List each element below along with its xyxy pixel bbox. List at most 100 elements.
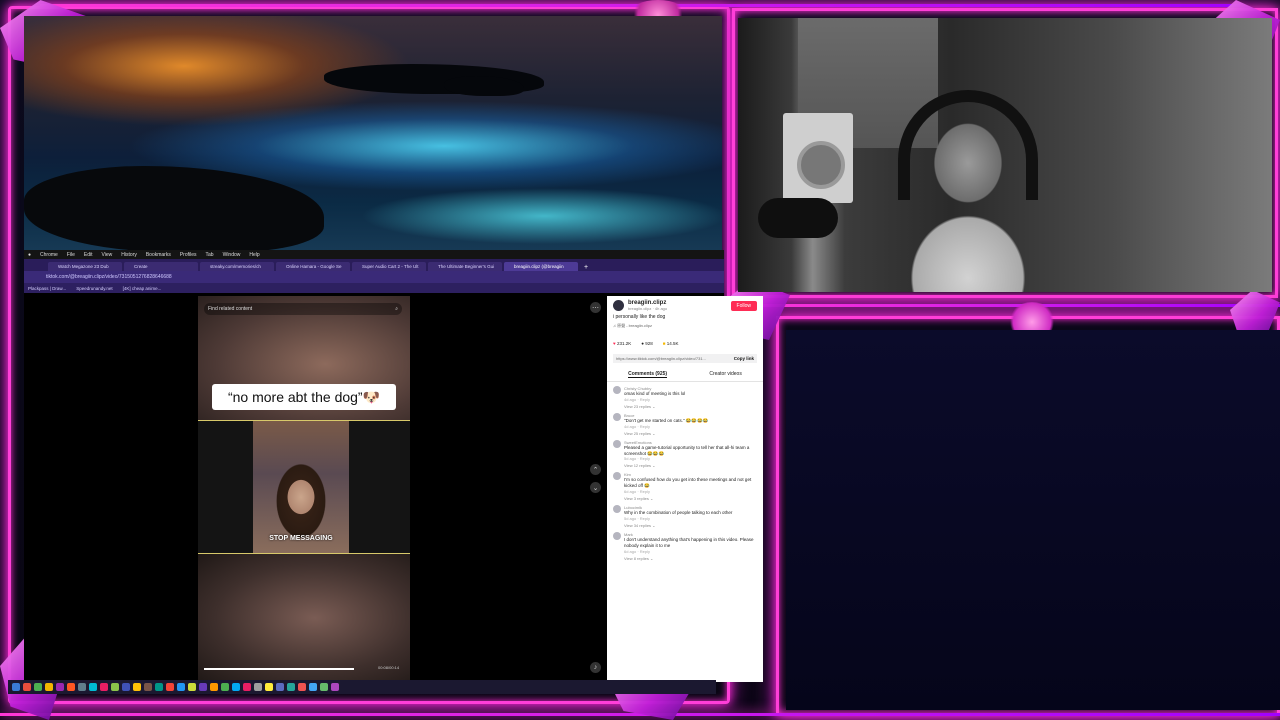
comment-time[interactable]: 5d ago · Reply xyxy=(624,516,732,521)
dock-app-icon[interactable] xyxy=(199,683,207,691)
browser-tab[interactable]: Create xyxy=(124,262,198,271)
avatar[interactable] xyxy=(613,505,621,514)
tab-creator-videos[interactable]: Creator videos xyxy=(709,371,742,378)
dock-app-icon[interactable] xyxy=(177,683,185,691)
new-tab-icon[interactable]: + xyxy=(584,264,588,271)
video-overlay-text: STOP MESSAGING xyxy=(269,535,333,542)
dock-app-icon[interactable] xyxy=(188,683,196,691)
menu-item[interactable]: Window xyxy=(223,252,241,258)
comment-text: I'm so confused how do you get into thes… xyxy=(624,477,752,489)
dock-app-icon[interactable] xyxy=(276,683,284,691)
avatar[interactable] xyxy=(613,472,621,481)
comment-count[interactable]: ● 928 xyxy=(641,341,653,346)
menu-item[interactable]: Help xyxy=(249,252,259,258)
dock-app-icon[interactable] xyxy=(12,683,20,691)
menu-item[interactable]: Bookmarks xyxy=(146,252,171,258)
dock-app-icon[interactable] xyxy=(331,683,339,691)
dock-app-icon[interactable] xyxy=(100,683,108,691)
dock-app-icon[interactable] xyxy=(232,683,240,691)
bookmark-item[interactable]: Plackpass | Draw... xyxy=(28,286,66,291)
menu-item[interactable]: History xyxy=(121,252,137,258)
volume-icon[interactable]: ♪ xyxy=(590,662,601,673)
next-video-button[interactable]: ⌄ xyxy=(590,482,601,493)
avatar[interactable] xyxy=(613,439,621,448)
comment-text: omas kind of meeting is this lol xyxy=(624,391,686,396)
tiktok-page: Find related content ⌕ “no more abt the … xyxy=(24,296,763,682)
search-icon[interactable]: ⌕ xyxy=(395,306,398,312)
dock-app-icon[interactable] xyxy=(221,683,229,691)
browser-tab[interactable]: The Ultimate Beginner's Gui xyxy=(428,262,502,271)
dock-app-icon[interactable] xyxy=(210,683,218,691)
view-replies[interactable]: View 8 replies ⌄ xyxy=(607,556,763,561)
tab-bar: Watch Megazone 23 Dub Create streaky.com… xyxy=(24,259,724,271)
comment-time[interactable]: 4d ago · Reply xyxy=(624,397,685,402)
previous-video-button[interactable]: ⌃ xyxy=(590,464,601,475)
video-caption: “no more abt the dog”🐶 xyxy=(212,384,396,410)
video-progress-bar[interactable] xyxy=(204,668,354,670)
comments-tabs: Comments (925) Creator videos xyxy=(607,365,763,382)
dock-app-icon[interactable] xyxy=(166,683,174,691)
comment-time[interactable]: 5d ago · Reply xyxy=(624,456,757,461)
mac-menu-bar: ● Chrome File Edit View History Bookmark… xyxy=(24,250,724,259)
list-item: Bruce "Don't get me started on cats." 😂😂… xyxy=(607,409,763,436)
dock-app-icon[interactable] xyxy=(122,683,130,691)
dock-app-icon[interactable] xyxy=(111,683,119,691)
related-search-input[interactable]: Find related content ⌕ xyxy=(204,303,402,315)
dock-app-icon[interactable] xyxy=(287,683,295,691)
dock-app-icon[interactable] xyxy=(67,683,75,691)
neon-bar-mid xyxy=(740,304,1280,307)
tab-comments[interactable]: Comments (925) xyxy=(628,371,668,378)
webcam-feed xyxy=(738,18,1272,292)
browser-tab[interactable]: Super Audio Cart 2 - The Ult xyxy=(352,262,426,271)
comment-time[interactable]: 6d ago · Reply xyxy=(624,489,757,494)
dock-app-icon[interactable] xyxy=(309,683,317,691)
browser-tab[interactable]: streaky.com/memories/ch xyxy=(200,262,274,271)
dock-app-icon[interactable] xyxy=(89,683,97,691)
dock-app-icon[interactable] xyxy=(34,683,42,691)
video-feed[interactable]: Find related content ⌕ “no more abt the … xyxy=(198,296,410,682)
dock-app-icon[interactable] xyxy=(298,683,306,691)
avatar[interactable] xyxy=(613,412,621,421)
washing-machine xyxy=(783,113,853,203)
menu-item[interactable]: Tab xyxy=(206,252,214,258)
comments-panel: breagiin.clipz breagiin.clipz · 4h ago F… xyxy=(607,296,763,682)
dock-app-icon[interactable] xyxy=(45,683,53,691)
apple-icon[interactable]: ● xyxy=(28,252,31,258)
copy-link-button[interactable]: Copy link xyxy=(734,356,754,361)
dock-app-icon[interactable] xyxy=(133,683,141,691)
dock-app-icon[interactable] xyxy=(23,683,31,691)
dock-app-icon[interactable] xyxy=(254,683,262,691)
comment-icon: ● xyxy=(641,341,644,346)
url-text[interactable]: tiktok.com/@breagiin.clipz/video/7315051… xyxy=(46,274,172,280)
dock-app-icon[interactable] xyxy=(155,683,163,691)
dock-app-icon[interactable] xyxy=(56,683,64,691)
bookmark-item[interactable]: [4K] cheap anime... xyxy=(123,286,162,291)
menu-item[interactable]: Edit xyxy=(84,252,93,258)
dock-app-icon[interactable] xyxy=(243,683,251,691)
dock-app-icon[interactable] xyxy=(78,683,86,691)
avatar[interactable] xyxy=(613,531,621,540)
more-options-icon[interactable]: ⋯ xyxy=(590,302,601,313)
menu-item[interactable]: File xyxy=(67,252,75,258)
browser-tab-active[interactable]: breagiin.clipz (@breagiin xyxy=(504,262,578,271)
avatar[interactable] xyxy=(613,300,624,311)
like-count[interactable]: ♥ 231.2K xyxy=(613,341,631,346)
stream-overlay: ● Chrome File Edit View History Bookmark… xyxy=(0,0,1280,720)
menu-item[interactable]: View xyxy=(102,252,113,258)
dock-app-icon[interactable] xyxy=(265,683,273,691)
browser-window: ● Chrome File Edit View History Bookmark… xyxy=(24,250,763,682)
menu-item[interactable]: Profiles xyxy=(180,252,197,258)
follow-button[interactable]: Follow xyxy=(730,300,757,311)
comment-time[interactable]: 4d ago · Reply xyxy=(624,424,708,429)
save-count[interactable]: ■ 14.5K xyxy=(663,341,679,346)
comment-time[interactable]: 6d ago · Reply xyxy=(624,549,757,554)
address-bar[interactable]: tiktok.com/@breagiin.clipz/video/7315051… xyxy=(24,271,724,283)
copy-link-row: https://www.tiktok.com/@breagiin.clipz/v… xyxy=(613,354,757,363)
browser-tab[interactable]: Online Hamara - Google Se xyxy=(276,262,350,271)
dock-app-icon[interactable] xyxy=(144,683,152,691)
avatar[interactable] xyxy=(613,386,621,394)
dock-app-icon[interactable] xyxy=(320,683,328,691)
browser-tab[interactable]: Watch Megazone 23 Dub xyxy=(48,262,122,271)
bookmark-item[interactable]: Speedrunandy.net xyxy=(76,286,112,291)
menu-item[interactable]: Chrome xyxy=(40,252,58,258)
